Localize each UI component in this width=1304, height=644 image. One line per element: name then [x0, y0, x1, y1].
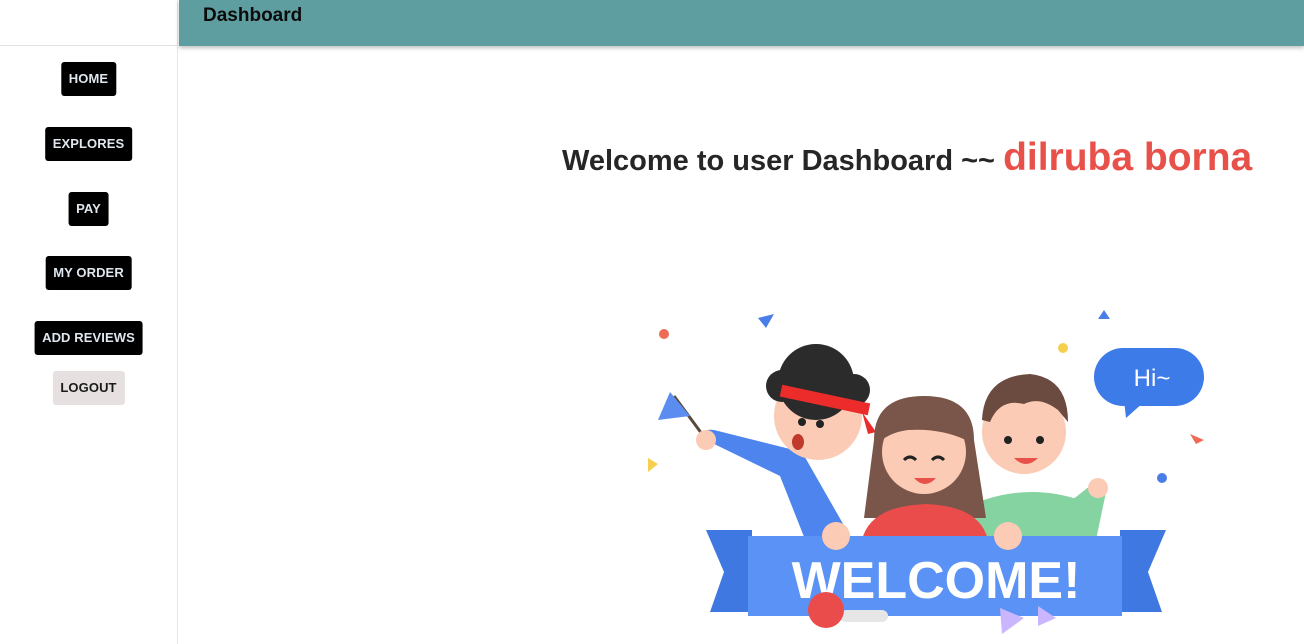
confetti-dot [659, 329, 669, 339]
welcome-banner: WELCOME! [706, 522, 1166, 616]
nav-pay-button[interactable]: PAY [68, 192, 109, 226]
welcome-text: Welcome to user Dashboard ~~ [562, 145, 995, 177]
sidebar: HOME EXPLORES PAY MY ORDER ADD REVIEWS L… [0, 0, 178, 644]
nav-home-button[interactable]: HOME [60, 62, 117, 96]
user-name: dilruba borna [1003, 136, 1253, 179]
nav-add-reviews-button[interactable]: ADD REVIEWS [34, 321, 143, 355]
confetti-triangle [1098, 310, 1110, 319]
welcome-heading: Welcome to user Dashboard ~~ dilruba bor… [562, 136, 1252, 180]
speech-bubble: Hi~ [1094, 348, 1204, 418]
girl-character [862, 396, 988, 540]
sidebar-header [0, 0, 177, 46]
nav-my-order-button[interactable]: MY ORDER [45, 256, 132, 290]
boy-left-character [696, 344, 876, 552]
confetti-dot [1058, 343, 1068, 353]
speech-bubble-text: Hi~ [1134, 365, 1171, 392]
welcome-illustration: Hi~ WELCOME! [648, 310, 1204, 634]
confetti-triangle [648, 458, 658, 472]
page-title: Dashboard [203, 5, 303, 26]
logout-button[interactable]: LOGOUT [52, 371, 125, 405]
app-bar: Dashboard [179, 0, 1304, 46]
confetti-dot [1157, 473, 1167, 483]
nav-explores-button[interactable]: EXPLORES [44, 127, 133, 161]
confetti-piece [758, 314, 774, 328]
confetti-piece [1190, 434, 1204, 444]
